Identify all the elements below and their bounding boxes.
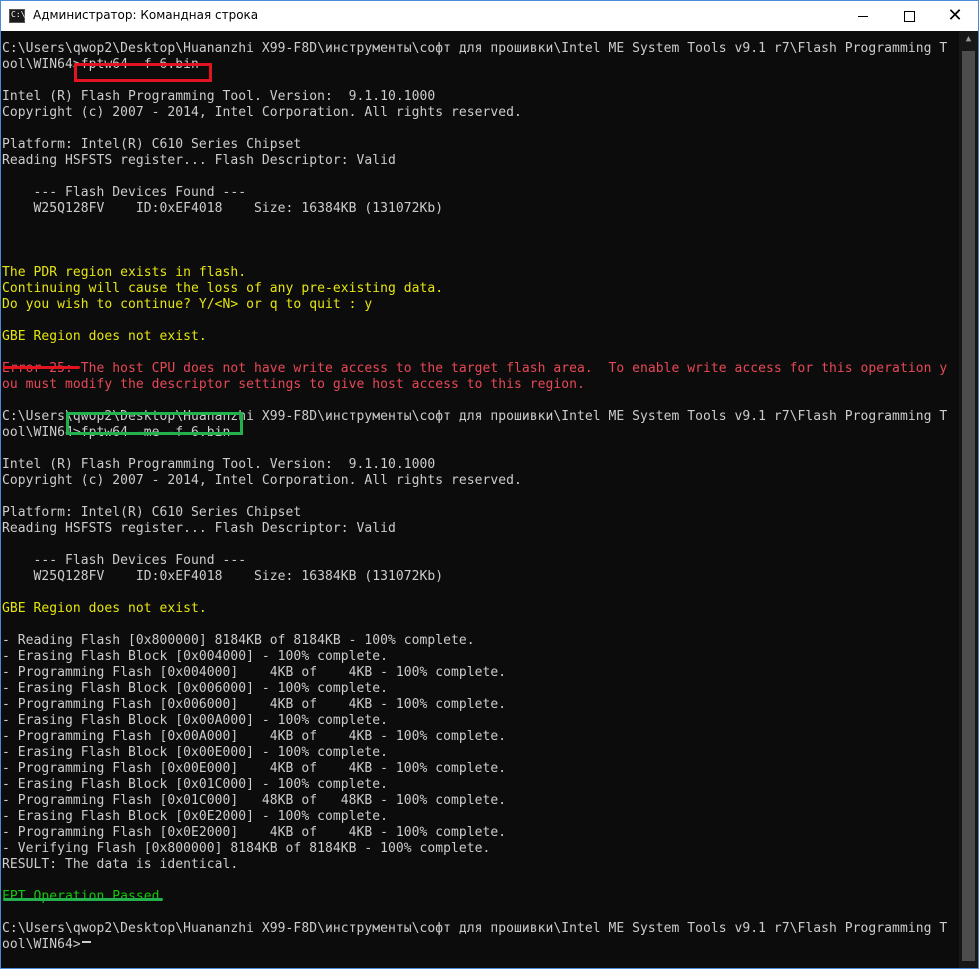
green-highlight-box xyxy=(66,412,243,435)
maximize-button[interactable] xyxy=(886,1,932,31)
console-line: - Programming Flash [0x006000] 4KB of 4K… xyxy=(2,697,507,712)
console-line: ool\WIN64> xyxy=(2,937,81,952)
console-line: Reading HSFSTS register... Flash Descrip… xyxy=(2,153,396,168)
console-line: Intel (R) Flash Programming Tool. Versio… xyxy=(2,457,436,472)
maximize-icon xyxy=(903,10,915,22)
console-line: C:\Users\qwop2\Desktop\Huananzhi X99-F8D… xyxy=(2,921,948,936)
scroll-up-icon[interactable]: ▲ xyxy=(959,31,978,48)
console-line: - Erasing Flash Block [0x01C000] - 100% … xyxy=(2,777,388,792)
console-line: The PDR region exists in flash. xyxy=(2,265,247,280)
minimize-button[interactable] xyxy=(840,1,886,31)
console-line: --- Flash Devices Found --- xyxy=(2,553,247,568)
console-line: Intel (R) Flash Programming Tool. Versio… xyxy=(2,89,436,104)
console-line: - Erasing Flash Block [0x00E000] - 100% … xyxy=(2,745,388,760)
console-line: Error 25: The host CPU does not have wri… xyxy=(2,361,948,376)
green-underline xyxy=(3,898,163,901)
console-line: - Erasing Flash Block [0x004000] - 100% … xyxy=(2,649,388,664)
close-button[interactable]: ✕ xyxy=(932,1,978,31)
console-line: ou must modify the descriptor settings t… xyxy=(2,377,585,392)
console-line: GBE Region does not exist. xyxy=(2,601,207,616)
console-line: - Programming Flash [0x00E000] 4KB of 4K… xyxy=(2,761,507,776)
console-line: - Programming Flash [0x004000] 4KB of 4K… xyxy=(2,665,507,680)
console-line: - Programming Flash [0x0E2000] 4KB of 4K… xyxy=(2,825,507,840)
console-line: Do you wish to continue? Y/<N> or q to q… xyxy=(2,297,373,312)
console-line: - Erasing Flash Block [0x0E2000] - 100% … xyxy=(2,809,388,824)
console-line: - Programming Flash [0x00A000] 4KB of 4K… xyxy=(2,729,507,744)
title-bar[interactable]: Администратор: Командная строка ✕ xyxy=(1,1,978,31)
console-line: - Programming Flash [0x01C000] 48KB of 4… xyxy=(2,793,507,808)
console-line: Reading HSFSTS register... Flash Descrip… xyxy=(2,521,396,536)
console-line: C:\Users\qwop2\Desktop\Huananzhi X99-F8D… xyxy=(2,41,948,56)
console-line: W25Q128FV ID:0xEF4018 Size: 16384KB (131… xyxy=(2,201,444,216)
red-underline xyxy=(3,366,80,369)
console-output[interactable]: C:\Users\qwop2\Desktop\Huananzhi X99-F8D… xyxy=(2,41,958,966)
console-line: Copyright (c) 2007 - 2014, Intel Corpora… xyxy=(2,105,522,120)
command-prompt-icon[interactable] xyxy=(9,9,25,23)
console-window: Администратор: Командная строка ✕ C:\Use… xyxy=(0,0,979,969)
console-line: Continuing will cause the loss of any pr… xyxy=(2,281,444,296)
scroll-thumb[interactable] xyxy=(962,51,975,961)
console-line: - Verifying Flash [0x800000] 8184KB of 8… xyxy=(2,841,491,856)
red-highlight-box xyxy=(74,63,212,82)
console-line: - Erasing Flash Block [0x00A000] - 100% … xyxy=(2,713,388,728)
text-cursor xyxy=(82,941,91,943)
console-line: Copyright (c) 2007 - 2014, Intel Corpora… xyxy=(2,473,522,488)
minimize-icon xyxy=(858,15,868,17)
console-line: FPT Operation Passed xyxy=(2,889,160,904)
window-title: Администратор: Командная строка xyxy=(33,8,259,22)
console-line: GBE Region does not exist. xyxy=(2,329,207,344)
console-line: - Erasing Flash Block [0x006000] - 100% … xyxy=(2,681,388,696)
console-line: Platform: Intel(R) C610 Series Chipset xyxy=(2,137,302,152)
console-line: --- Flash Devices Found --- xyxy=(2,185,247,200)
close-icon: ✕ xyxy=(947,5,963,26)
console-line: W25Q128FV ID:0xEF4018 Size: 16384KB (131… xyxy=(2,569,444,584)
console-line: Platform: Intel(R) C610 Series Chipset xyxy=(2,505,302,520)
vertical-scrollbar[interactable]: ▲ xyxy=(959,31,978,968)
console-line: - Reading Flash [0x800000] 8184KB of 818… xyxy=(2,633,475,648)
console-line: RESULT: The data is identical. xyxy=(2,857,239,872)
